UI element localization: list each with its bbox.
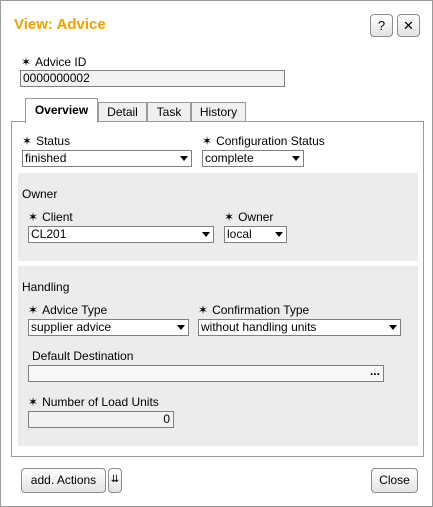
owner-label: ✶ Owner bbox=[224, 210, 274, 224]
handling-group: Handling ✶ Advice Type supplier advice ✶ C… bbox=[18, 266, 418, 446]
chevron-down-icon bbox=[292, 156, 300, 161]
chevron-down-icon bbox=[389, 325, 397, 330]
expand-actions-button[interactable]: ⇊ bbox=[108, 468, 122, 493]
configuration-status-label: ✶ Configuration Status bbox=[202, 134, 325, 148]
chevron-down-icon bbox=[177, 325, 185, 330]
double-chevron-down-icon: ⇊ bbox=[110, 474, 120, 485]
chevron-down-icon bbox=[275, 232, 283, 237]
required-icon: ✶ bbox=[198, 303, 209, 317]
tab-overview[interactable]: Overview bbox=[25, 98, 98, 123]
configuration-status-select[interactable]: complete bbox=[202, 150, 304, 167]
close-icon[interactable]: ✕ bbox=[397, 14, 420, 37]
required-icon: ✶ bbox=[202, 134, 213, 148]
default-destination-field[interactable]: ... bbox=[28, 365, 384, 382]
confirmation-type-select[interactable]: without handling units bbox=[198, 319, 401, 336]
required-icon: ✶ bbox=[21, 55, 32, 69]
confirmation-type-label: ✶ Confirmation Type bbox=[198, 303, 310, 317]
close-button[interactable]: Close bbox=[371, 468, 418, 493]
advice-id-field[interactable]: 0000000002 bbox=[20, 70, 285, 87]
handling-group-title: Handling bbox=[22, 280, 70, 294]
add-actions-button[interactable]: add. Actions bbox=[21, 468, 106, 493]
tab-history[interactable]: History bbox=[191, 102, 246, 122]
status-select[interactable]: finished bbox=[22, 150, 192, 167]
owner-select[interactable]: local bbox=[224, 226, 287, 243]
required-icon: ✶ bbox=[28, 210, 39, 224]
owner-group: Owner ✶ Client CL201 ✶ Owner local bbox=[18, 173, 418, 261]
owner-group-title: Owner bbox=[22, 187, 58, 201]
required-icon: ✶ bbox=[22, 134, 33, 148]
chevron-down-icon bbox=[180, 156, 188, 161]
required-icon: ✶ bbox=[224, 210, 235, 224]
client-label: ✶ Client bbox=[28, 210, 73, 224]
advice-id-label: ✶ Advice ID bbox=[21, 55, 87, 69]
browse-button[interactable]: ... bbox=[370, 366, 380, 379]
advice-dialog: View: Advice ? ✕ ✶ Advice ID 0000000002 O… bbox=[0, 0, 433, 507]
tab-task[interactable]: Task bbox=[147, 102, 191, 122]
required-icon: ✶ bbox=[28, 303, 39, 317]
chevron-down-icon bbox=[202, 232, 210, 237]
advice-type-label: ✶ Advice Type bbox=[28, 303, 108, 317]
advice-type-select[interactable]: supplier advice bbox=[28, 319, 189, 336]
overview-panel: ✶ Status finished ✶ Configuration Status c… bbox=[11, 121, 424, 457]
load-units-label: ✶ Number of Load Units bbox=[28, 395, 159, 409]
load-units-field[interactable]: 0 bbox=[28, 411, 174, 428]
status-label: ✶ Status bbox=[22, 134, 71, 148]
client-select[interactable]: CL201 bbox=[28, 226, 214, 243]
required-icon: ✶ bbox=[28, 395, 39, 409]
tab-detail[interactable]: Detail bbox=[98, 102, 147, 122]
help-button[interactable]: ? bbox=[370, 14, 393, 37]
default-destination-label: Default Destination bbox=[32, 349, 134, 363]
dialog-title: View: Advice bbox=[14, 16, 106, 33]
